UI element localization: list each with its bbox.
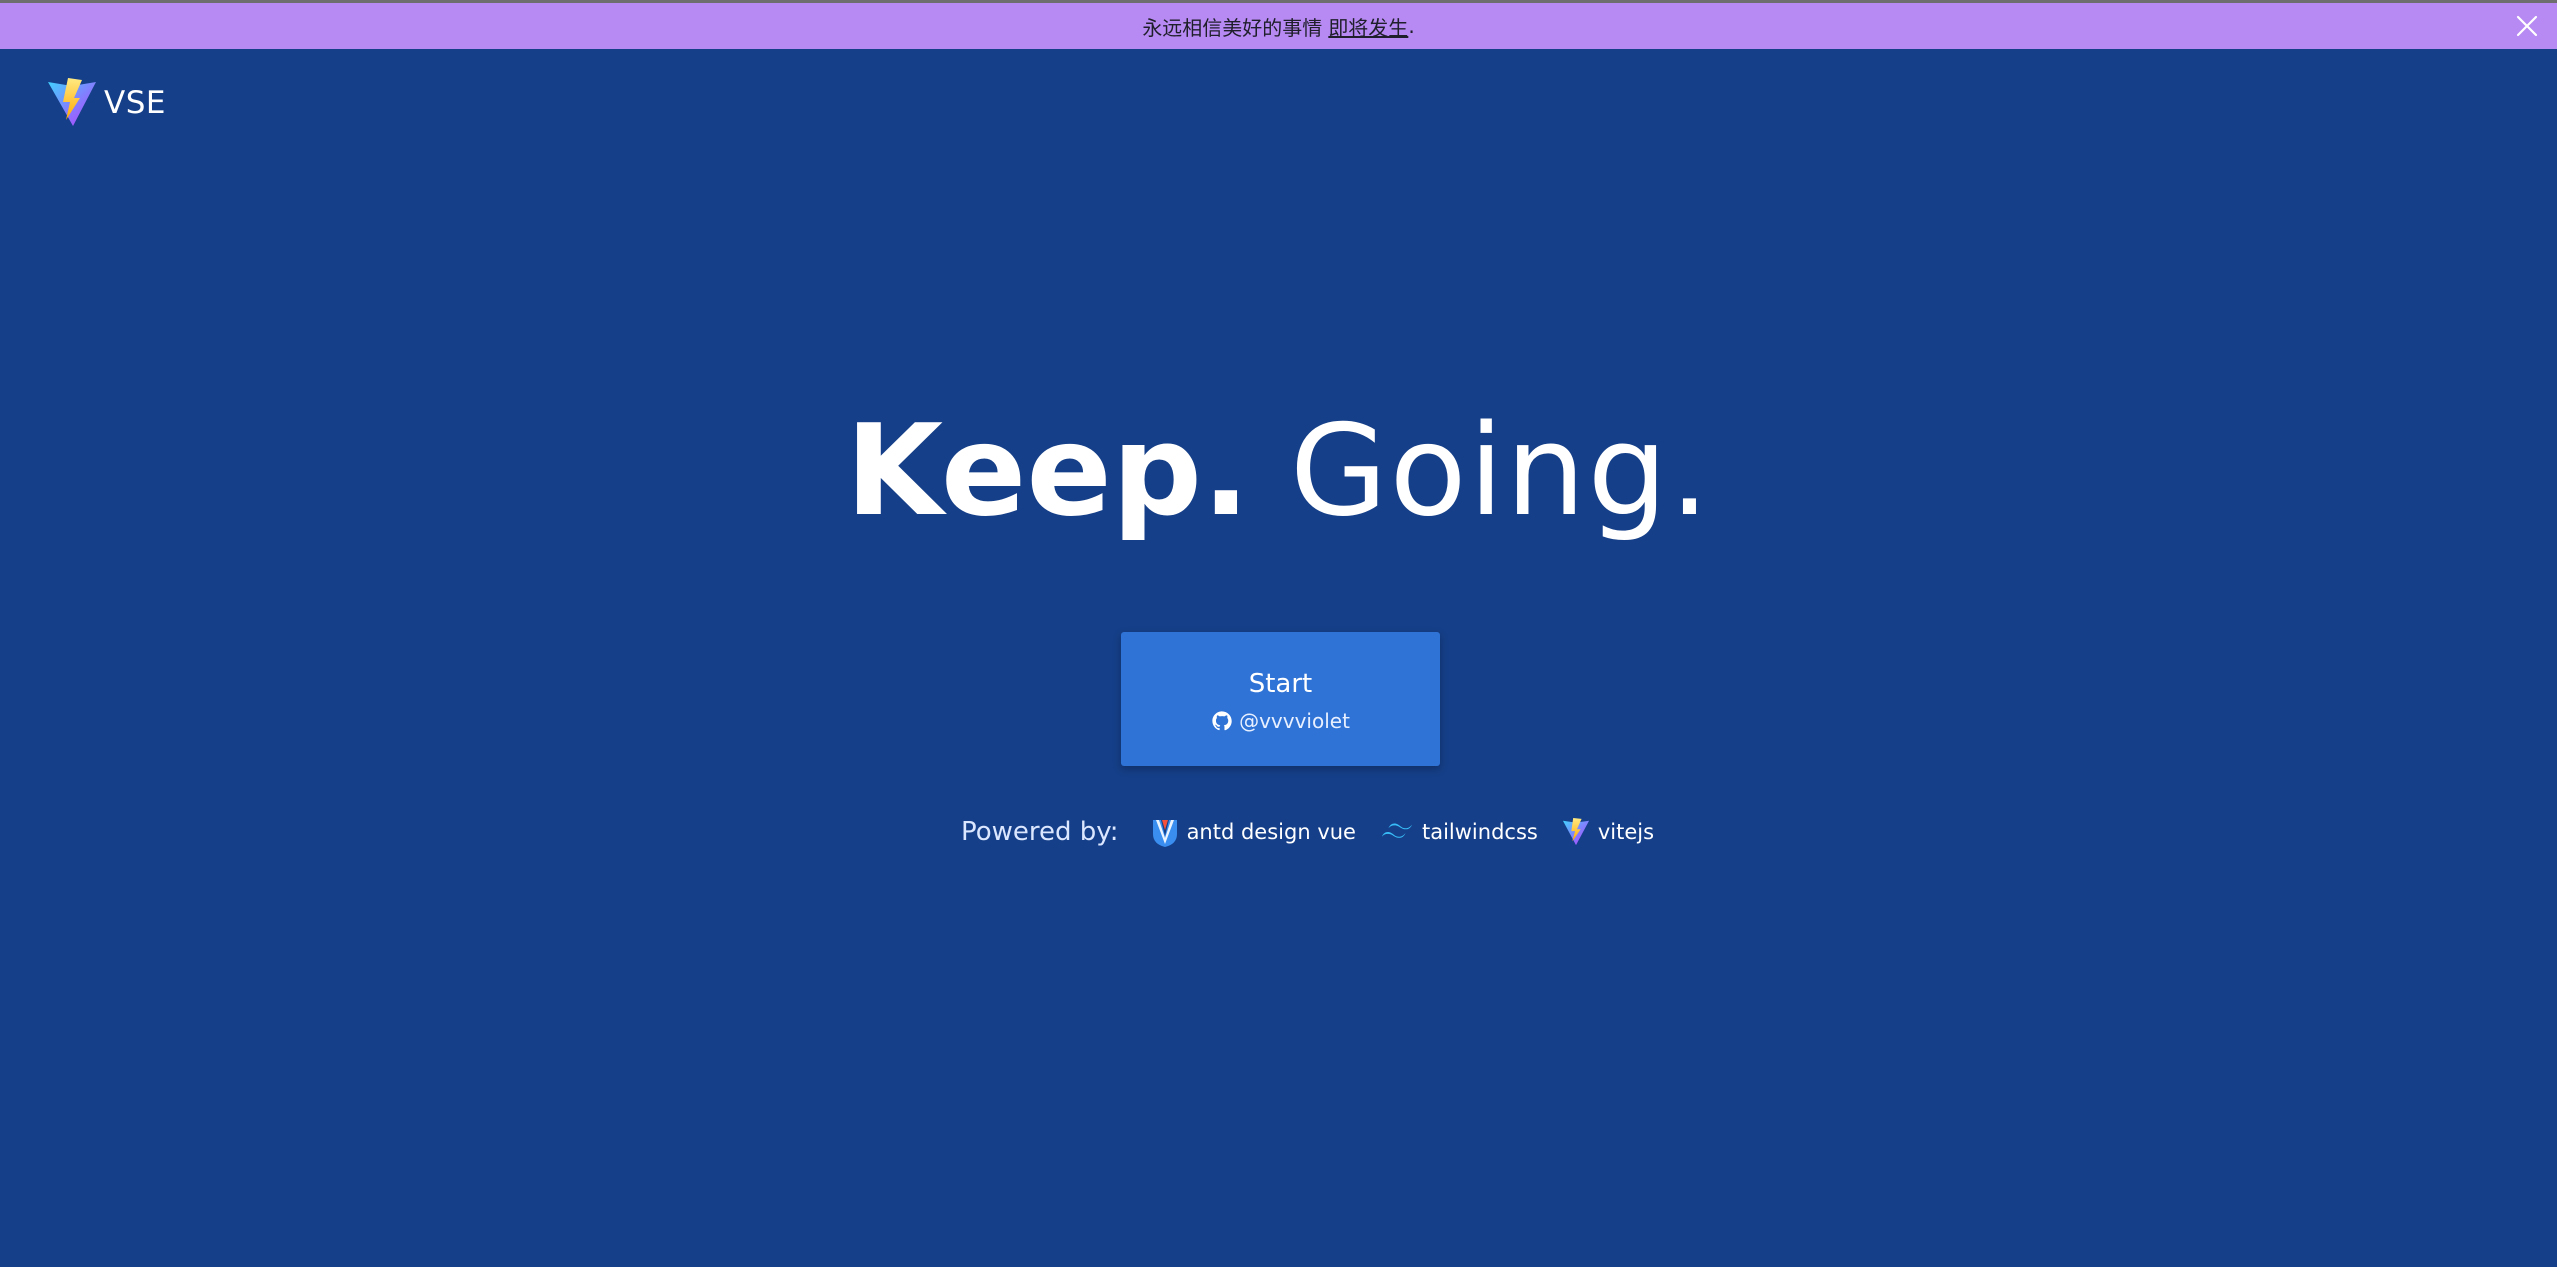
banner-message: 永远相信美好的事情: [1142, 15, 1323, 40]
announcement-banner: 永远相信美好的事情 即将发生 .: [0, 3, 2557, 49]
logo-text: VSE: [104, 85, 166, 121]
tailwind-icon: [1381, 823, 1413, 838]
page: 永远相信美好的事情 即将发生 . VSE Keep. Going. Start …: [0, 0, 2557, 1267]
vite-icon: [1562, 818, 1589, 846]
antd-icon: [1152, 820, 1177, 847]
powered-by-vite[interactable]: vitejs: [1562, 818, 1654, 846]
app-logo[interactable]: VSE: [46, 78, 166, 128]
powered-by-label: Powered by:: [961, 817, 1119, 847]
github-icon: [1212, 711, 1232, 731]
powered-by-tailwind[interactable]: tailwindcss: [1380, 820, 1538, 844]
banner-link[interactable]: 即将发生: [1328, 12, 1408, 41]
powered-by: Powered by: antd design vue tailwindcss: [961, 810, 1678, 854]
github-handle-text: @vvvviolet: [1239, 709, 1350, 733]
github-handle: @vvvviolet: [1121, 709, 1440, 733]
powered-by-antd-label: antd design vue: [1186, 820, 1356, 844]
start-button[interactable]: Start @vvvviolet: [1121, 632, 1440, 766]
hero-light-word: Going.: [1289, 397, 1712, 544]
banner-trailing-period: .: [1408, 14, 1415, 38]
hero-bold-word: Keep.: [845, 397, 1250, 544]
powered-by-tailwind-label: tailwindcss: [1421, 820, 1538, 844]
hero-heading: Keep. Going.: [0, 396, 2557, 546]
vite-logo-icon: [48, 78, 96, 126]
start-button-label: Start: [1248, 669, 1313, 699]
powered-by-vite-label: vitejs: [1597, 820, 1655, 844]
close-icon[interactable]: [2515, 14, 2539, 38]
powered-by-antd[interactable]: antd design vue: [1151, 816, 1356, 848]
